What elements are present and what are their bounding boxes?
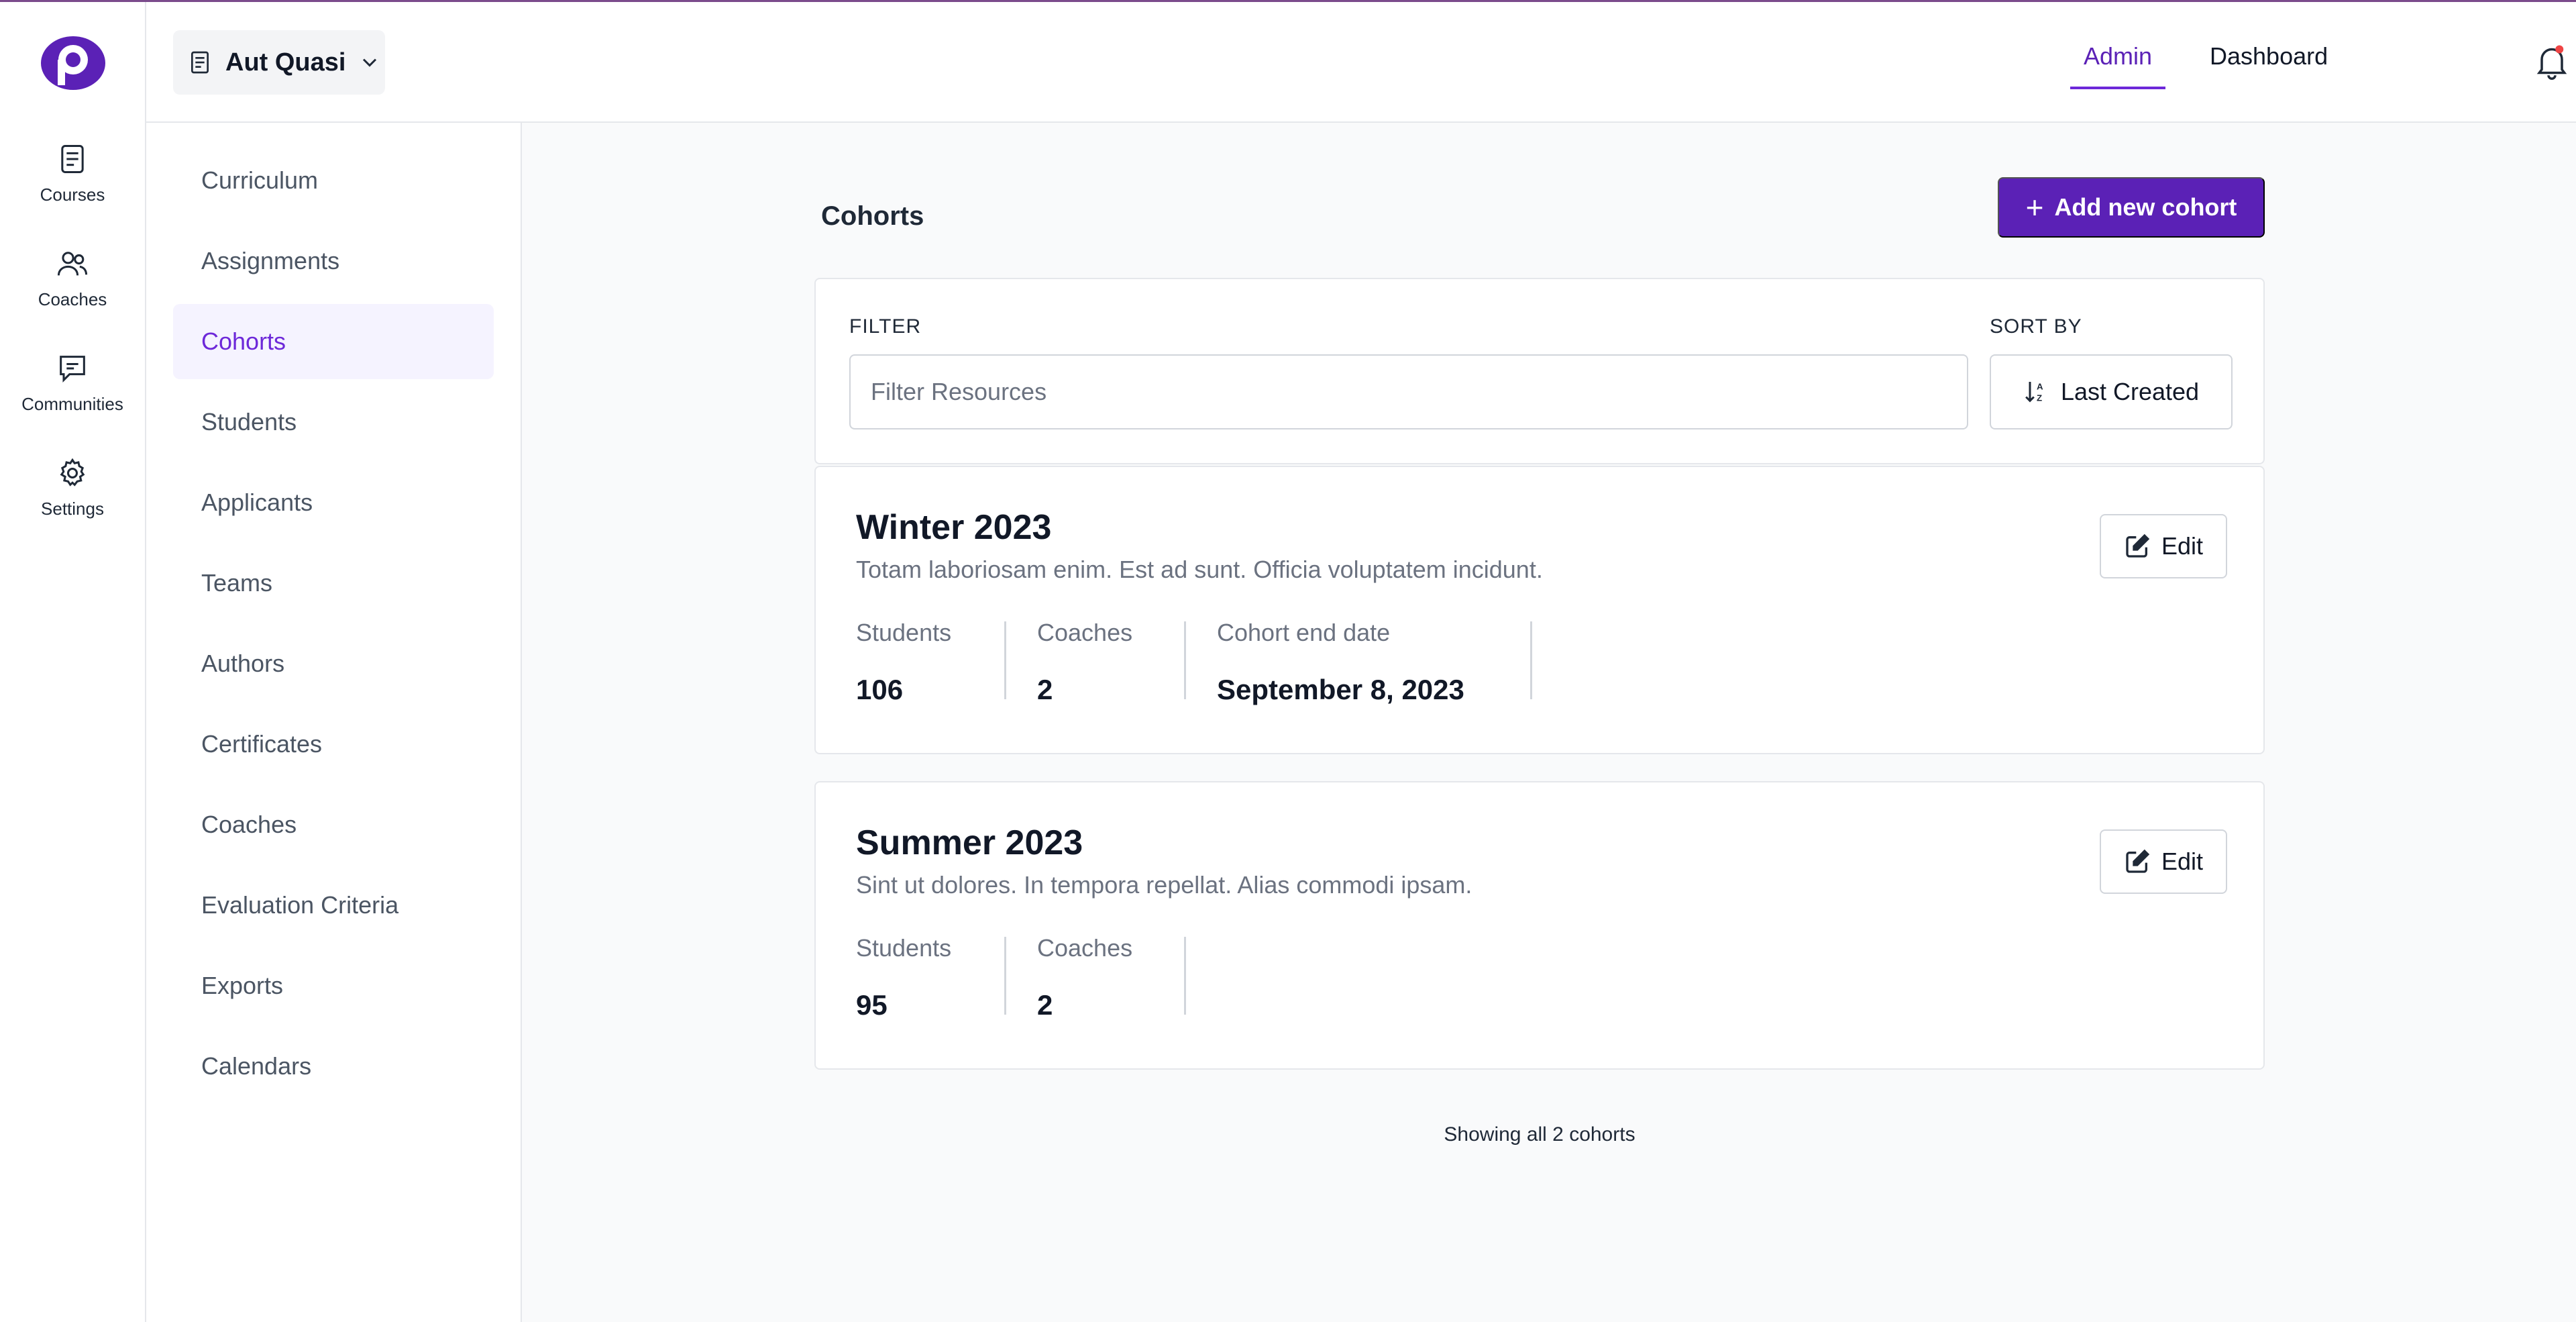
primary-rail: Courses Coaches Communities Settings — [0, 2, 146, 1322]
nav-dashboard-link[interactable]: Dashboard — [2210, 42, 2328, 70]
edit-label: Edit — [2161, 532, 2204, 560]
subnav-item-teams[interactable]: Teams — [173, 546, 494, 621]
filter-input[interactable] — [849, 354, 1968, 429]
end-date-label: Cohort end date — [1217, 619, 1391, 646]
coaches-stat: Coaches 2 — [1037, 934, 1186, 1021]
subnav-item-applicants[interactable]: Applicants — [173, 465, 494, 540]
coaches-stat: Coaches 2 — [1037, 619, 1186, 705]
sort-by-label: SORT BY — [1990, 315, 2082, 338]
cohort-description: Sint ut dolores. In tempora repellat. Al… — [856, 871, 1472, 899]
filter-label: FILTER — [849, 315, 922, 338]
edit-icon — [2126, 849, 2150, 873]
edit-label: Edit — [2161, 848, 2204, 875]
subnav-item-calendars[interactable]: Calendars — [173, 1029, 494, 1104]
students-stat: Students 95 — [856, 934, 1006, 1021]
subnav-item-certificates[interactable]: Certificates — [173, 707, 494, 782]
end-date-value: September 8, 2023 — [1217, 674, 1464, 705]
coaches-count: 2 — [1037, 674, 1053, 705]
end-date-stat: Cohort end date September 8, 2023 — [1217, 619, 1532, 705]
plus-icon: + — [2025, 190, 2044, 225]
settings-icon — [60, 458, 85, 487]
rail-label-courses: Courses — [40, 185, 105, 205]
cohort-count-summary: Showing all 2 cohorts — [1444, 1123, 1635, 1146]
cohort-name: Winter 2023 — [856, 508, 1052, 547]
app-logo[interactable] — [38, 33, 109, 93]
sort-button[interactable]: A Z Last Created — [1990, 354, 2233, 429]
subnav-item-students[interactable]: Students — [173, 385, 494, 460]
edit-icon — [2126, 533, 2150, 558]
students-count: 95 — [856, 989, 888, 1021]
course-name: Aut Quasi — [225, 48, 346, 77]
rail-item-coaches[interactable]: Coaches — [0, 242, 145, 329]
chevron-down-icon — [363, 58, 377, 67]
nav-admin-link[interactable]: Admin — [2070, 42, 2166, 89]
courses-icon — [61, 144, 84, 174]
coaches-stat-label: Coaches — [1037, 934, 1133, 962]
students-stat-label: Students — [856, 619, 952, 646]
svg-text:A: A — [2037, 382, 2043, 392]
page-title: Cohorts — [821, 201, 924, 231]
cohort-description: Totam laboriosam enim. Est ad sunt. Offi… — [856, 556, 1543, 583]
course-subnav: Curriculum Assignments Cohorts Students … — [146, 123, 522, 1322]
sort-value: Last Created — [2060, 378, 2200, 405]
subnav-item-exports[interactable]: Exports — [173, 948, 494, 1023]
cohort-card-winter-2023: Winter 2023 Totam laboriosam enim. Est a… — [814, 466, 2265, 754]
subnav-item-evaluation-criteria[interactable]: Evaluation Criteria — [173, 868, 494, 943]
rail-item-courses[interactable]: Courses — [0, 138, 145, 225]
course-book-icon — [191, 51, 209, 74]
subnav-item-curriculum[interactable]: Curriculum — [173, 143, 494, 218]
coaches-stat-label: Coaches — [1037, 619, 1133, 646]
rail-label-coaches: Coaches — [38, 289, 107, 309]
students-stat: Students 106 — [856, 619, 1006, 705]
subnav-item-authors[interactable]: Authors — [173, 626, 494, 701]
course-switcher[interactable]: Aut Quasi — [173, 30, 385, 95]
communities-icon — [60, 356, 85, 383]
rail-item-communities[interactable]: Communities — [0, 347, 145, 434]
top-header: Aut Quasi Admin Dashboard AU — [146, 2, 2576, 123]
cohort-card-summer-2023: Summer 2023 Sint ut dolores. In tempora … — [814, 781, 2265, 1070]
students-count: 106 — [856, 674, 904, 705]
subnav-item-cohorts[interactable]: Cohorts — [173, 304, 494, 379]
add-new-cohort-label: Add new cohort — [2054, 193, 2237, 221]
edit-cohort-button[interactable]: Edit — [2100, 829, 2227, 894]
rail-label-settings: Settings — [41, 499, 104, 519]
rail-item-settings[interactable]: Settings — [0, 452, 145, 539]
subnav-item-assignments[interactable]: Assignments — [173, 223, 494, 299]
students-stat-label: Students — [856, 934, 952, 962]
notification-bell-icon[interactable] — [2532, 41, 2572, 81]
coaches-icon — [57, 252, 88, 276]
cohort-name: Summer 2023 — [856, 823, 1083, 862]
filter-panel: FILTER SORT BY A Z Last Created — [814, 278, 2265, 464]
add-new-cohort-button[interactable]: + Add new cohort — [1998, 177, 2265, 238]
rail-label-communities: Communities — [21, 394, 123, 414]
coaches-count: 2 — [1037, 989, 1053, 1021]
subnav-item-coaches[interactable]: Coaches — [173, 787, 494, 862]
sort-az-icon: A Z — [2025, 382, 2043, 403]
svg-text:Z: Z — [2037, 393, 2042, 403]
edit-cohort-button[interactable]: Edit — [2100, 514, 2227, 578]
